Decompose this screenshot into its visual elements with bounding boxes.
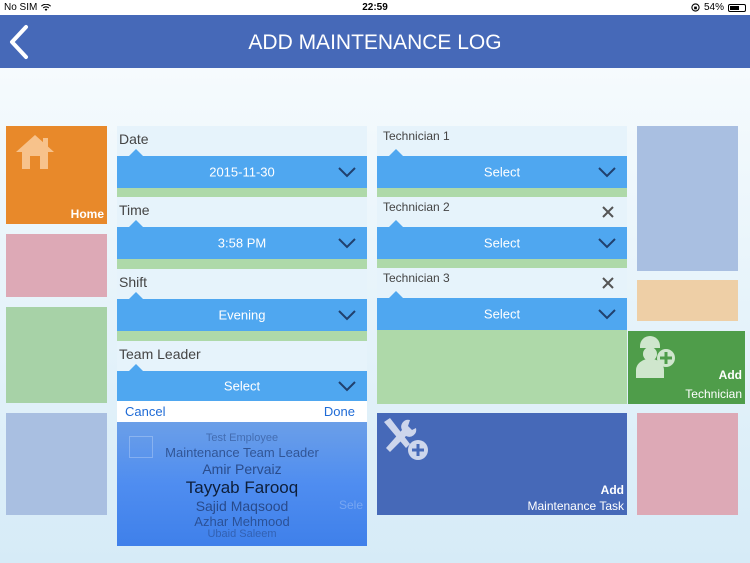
- technician3-select[interactable]: Select: [377, 291, 627, 330]
- shift-value: Evening: [218, 307, 266, 323]
- chevron-down-icon: [338, 381, 356, 392]
- team-leader-value: Select: [223, 378, 261, 394]
- picker-toolbar: Cancel Done: [117, 401, 367, 422]
- technician2-value: Select: [483, 235, 521, 251]
- date-value: 2015-11-30: [209, 164, 275, 180]
- add-technician-tile[interactable]: Add Technician: [628, 331, 745, 404]
- picker-cancel-button[interactable]: Cancel: [125, 404, 165, 419]
- add-technician-title: Add: [718, 368, 742, 382]
- decor-tile-pink: [6, 234, 107, 297]
- time-label: Time: [117, 197, 367, 227]
- technician1-select[interactable]: Select: [377, 149, 627, 188]
- battery-percent: 54%: [703, 2, 724, 13]
- decor-tile-pink-right: [637, 413, 738, 515]
- page-title: ADD MAINTENANCE LOG: [248, 31, 502, 54]
- date-label: Date: [117, 126, 367, 156]
- chevron-down-icon: [338, 238, 356, 249]
- picker-option[interactable]: Maintenance Team Leader: [117, 445, 367, 460]
- battery-icon: [728, 3, 746, 12]
- technician1-label: Technician 1: [377, 126, 627, 156]
- picker-option-selected[interactable]: Tayyab Farooq: [117, 478, 367, 498]
- date-select[interactable]: 2015-11-30: [117, 149, 367, 188]
- chevron-down-icon: [598, 309, 616, 320]
- decor-tile-blue: [6, 413, 107, 515]
- technician1-value: Select: [483, 164, 521, 180]
- technician2-label: Technician 2: [377, 197, 627, 227]
- chevron-down-icon: [338, 310, 356, 321]
- technician3-label: Technician 3: [377, 268, 627, 298]
- time-select[interactable]: 3:58 PM: [117, 220, 367, 259]
- status-bar: No SIM 22:59 54%: [0, 0, 750, 15]
- picker-option[interactable]: Amir Pervaiz: [117, 461, 367, 477]
- picker-option[interactable]: Ubaid Saleem: [117, 528, 367, 540]
- add-task-title: Add: [600, 483, 624, 497]
- home-tile[interactable]: Home: [6, 126, 107, 224]
- picker-option[interactable]: Sajid Maqsood: [117, 498, 367, 514]
- add-technician-subtitle: Technician: [685, 387, 742, 401]
- decor-tile-peach: [637, 280, 738, 321]
- decor-tile-green: [6, 307, 107, 403]
- nav-bar: ADD MAINTENANCE LOG: [0, 15, 750, 68]
- technician2-select[interactable]: Select: [377, 220, 627, 259]
- home-label: Home: [70, 207, 104, 221]
- remove-technician2-icon[interactable]: [601, 205, 615, 219]
- remove-technician3-icon[interactable]: [601, 276, 615, 290]
- technician-add-icon: [636, 336, 675, 378]
- add-task-subtitle: Maintenance Task: [527, 499, 624, 513]
- home-icon: [16, 135, 54, 169]
- team-leader-label: Team Leader: [117, 341, 367, 371]
- picker-option[interactable]: Azhar Mehmood: [117, 514, 367, 529]
- status-right: 54%: [691, 2, 746, 13]
- decor-tile-blue-right: [637, 126, 738, 271]
- shift-select[interactable]: Evening: [117, 292, 367, 331]
- shift-label: Shift: [117, 269, 367, 299]
- chevron-down-icon: [598, 167, 616, 178]
- rotation-lock-icon: [691, 3, 700, 12]
- team-leader-select[interactable]: Select: [117, 364, 367, 401]
- team-leader-picker[interactable]: Sele Test Employee Maintenance Team Lead…: [117, 422, 367, 546]
- tools-add-icon: [384, 418, 428, 460]
- technician3-value: Select: [483, 306, 521, 322]
- time-value: 3:58 PM: [217, 235, 267, 251]
- picker-done-button[interactable]: Done: [324, 404, 355, 419]
- add-maintenance-task-tile[interactable]: Add Maintenance Task: [377, 413, 627, 515]
- picker-option[interactable]: Test Employee: [117, 432, 367, 444]
- chevron-down-icon: [338, 167, 356, 178]
- chevron-down-icon: [598, 238, 616, 249]
- status-time: 22:59: [362, 2, 388, 13]
